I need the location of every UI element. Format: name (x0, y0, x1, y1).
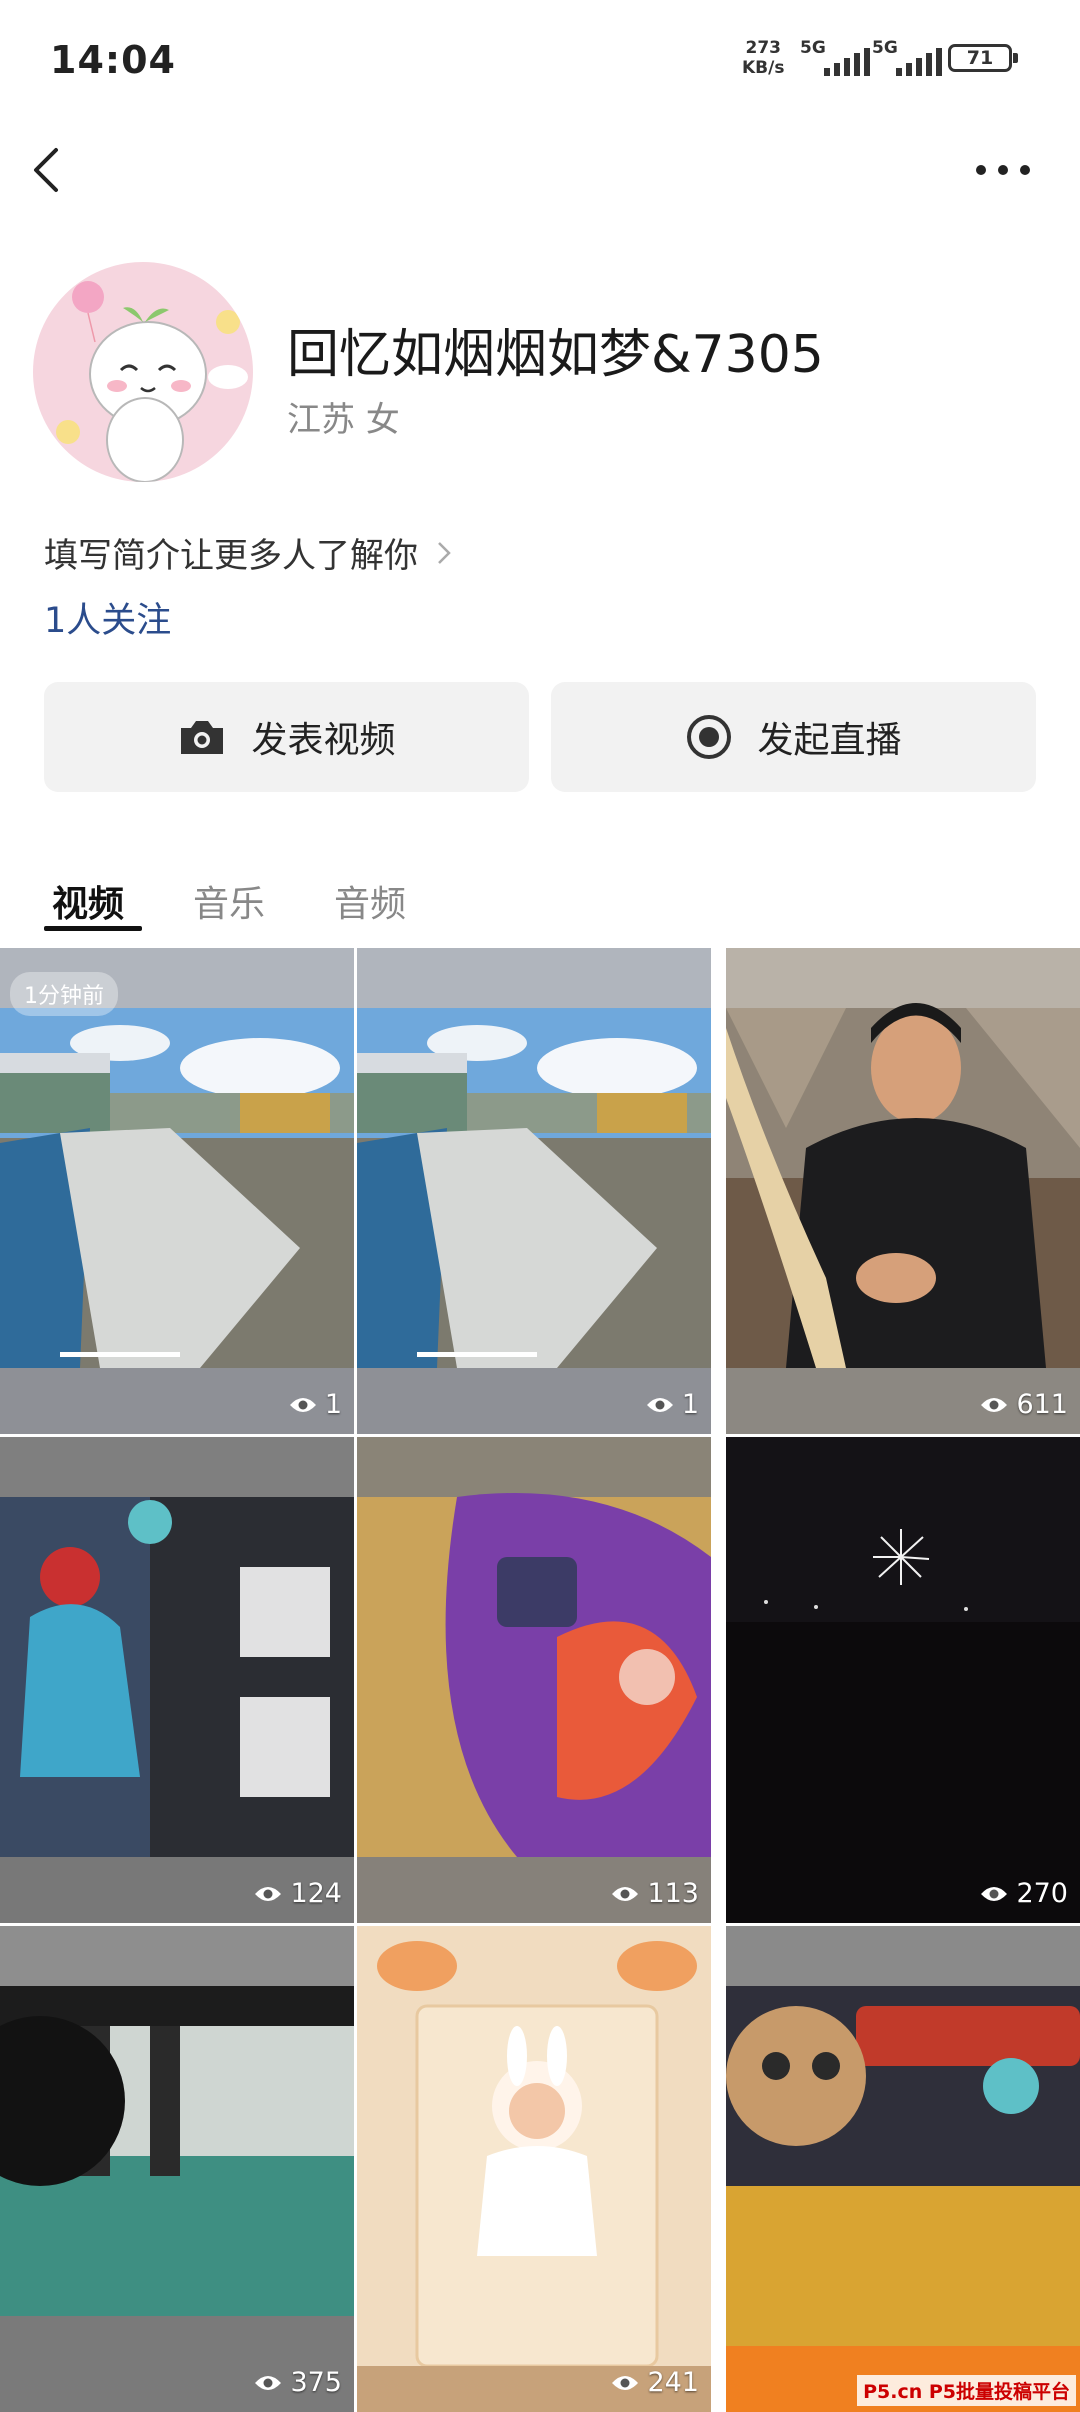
game-poster-thumbnail (726, 1926, 1080, 2412)
view-count: 124 (254, 1878, 342, 1909)
video-thumbnail[interactable]: 375 (0, 1926, 354, 2412)
game-scene-thumbnail (0, 948, 354, 1434)
sim2-label: 5G (872, 38, 898, 58)
avatar[interactable] (33, 262, 253, 482)
view-count-value: 124 (290, 1878, 342, 1909)
video-thumbnail[interactable]: 113 (357, 1437, 711, 1923)
eye-icon (981, 1397, 1008, 1412)
status-bar: 14:04 273 KB/s 5G 5G 71 (0, 0, 1080, 120)
eye-icon (612, 2375, 639, 2390)
more-options-button[interactable] (968, 150, 1038, 190)
view-count-value: 241 (647, 2367, 699, 2398)
upload-time-badge: 1分钟前 (10, 972, 118, 1016)
video-thumbnail[interactable]: 1 (357, 948, 711, 1434)
view-count: 241 (611, 2367, 699, 2398)
tab-music[interactable]: 音乐 (193, 875, 265, 927)
video-thumbnail[interactable]: 124 (0, 1437, 354, 1923)
avatar-illustration (56, 281, 248, 482)
view-count-value: 270 (1016, 1878, 1068, 1909)
video-thumbnail[interactable]: 1分钟前 1 (0, 948, 354, 1434)
view-count-value: 611 (1016, 1389, 1068, 1420)
tab-underline (44, 926, 142, 931)
video-thumbnail[interactable]: 270 (726, 1437, 1080, 1923)
view-count: 1 (646, 1389, 699, 1420)
video-thumbnail[interactable]: P5.cn P5批量投稿平台 (726, 1926, 1080, 2412)
view-count-value: 113 (647, 1878, 699, 1909)
view-count: 1 (289, 1389, 342, 1420)
game-scene-thumbnail (357, 948, 711, 1434)
view-count: 270 (980, 1878, 1068, 1909)
video-thumbnail[interactable]: 241 (357, 1926, 711, 2412)
watermark: P5.cn P5批量投稿平台 (857, 2375, 1076, 2406)
bunny-poster-thumbnail (357, 1926, 711, 2412)
profile-location: 江苏 女 (287, 400, 400, 440)
followers-link[interactable]: 1人关注 (44, 592, 171, 643)
eye-icon (646, 1397, 673, 1412)
bio-prompt-link[interactable]: 填写简介让更多人了解你 (44, 528, 454, 577)
profile-nickname: 回忆如烟烟如梦&7305 (287, 325, 824, 385)
eye-icon (981, 1886, 1008, 1901)
network-speed-value: 273 (745, 38, 781, 58)
camera-icon (181, 721, 224, 754)
view-count: 113 (611, 1878, 699, 1909)
start-live-label: 发起直播 (757, 720, 902, 761)
view-count-value: 375 (290, 2367, 342, 2398)
game-poster-thumbnail (0, 1437, 354, 1923)
eye-icon (289, 1397, 316, 1412)
video-thumbnail[interactable]: 611 (726, 948, 1080, 1434)
sim1-label: 5G (800, 38, 826, 58)
eye-icon (612, 1886, 639, 1901)
view-count-value: 1 (324, 1389, 342, 1420)
game-poster-thumbnail (357, 1437, 711, 1923)
view-count-value: 1 (681, 1389, 699, 1420)
view-count: 375 (254, 2367, 342, 2398)
post-video-button[interactable]: 发表视频 (44, 682, 529, 792)
chevron-right-icon (438, 541, 451, 564)
fireworks-night-thumbnail (726, 1437, 1080, 1923)
status-time: 14:04 (50, 38, 176, 82)
view-count: 611 (980, 1389, 1068, 1420)
live-record-icon (687, 715, 732, 759)
network-speed-unit: KB/s (742, 58, 785, 78)
eye-icon (255, 1886, 282, 1901)
content-tabs: 视频 音乐 音频 (0, 860, 1080, 940)
more-dots-icon (976, 165, 1030, 175)
network-speed: 273 KB/s (742, 38, 784, 78)
battery-icon: 71 (948, 44, 1018, 72)
back-button[interactable] (22, 140, 82, 200)
start-live-button[interactable]: 发起直播 (551, 682, 1036, 792)
back-arrow-icon (34, 148, 58, 192)
gym-scene-thumbnail (0, 1926, 354, 2412)
person-photo-thumbnail (726, 948, 1080, 1434)
post-video-label: 发表视频 (251, 720, 396, 761)
eye-icon (255, 2375, 282, 2390)
bio-prompt-text: 填写简介让更多人了解你 (44, 536, 418, 576)
tab-audio[interactable]: 音频 (334, 875, 406, 927)
tab-video[interactable]: 视频 (52, 875, 124, 927)
